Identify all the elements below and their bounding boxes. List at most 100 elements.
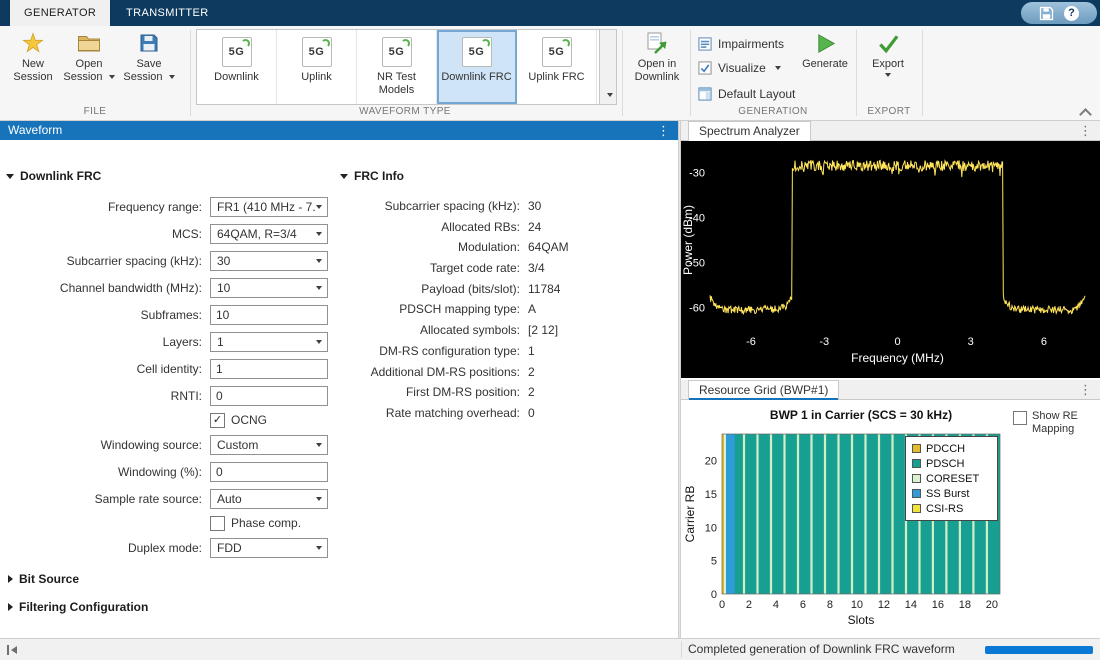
save-session-button[interactable]: SaveSession: [122, 30, 176, 84]
windowing-source-select[interactable]: Custom: [210, 435, 328, 455]
subframes-row: Subframes:: [6, 304, 338, 325]
windowing-percent-input[interactable]: [210, 462, 328, 482]
section-divider: [856, 30, 857, 116]
waveform-panel: Waveform ⋮ Downlink FRC Frequency range:…: [0, 121, 678, 638]
visualize-icon: [698, 61, 712, 75]
channel-bandwidth-select[interactable]: 10: [210, 278, 328, 298]
svg-text:6: 6: [1041, 336, 1047, 348]
svg-text:20: 20: [705, 456, 717, 468]
frc-info-row: Modulation:64QAM: [340, 239, 675, 255]
subcarrier-spacing-label: Subcarrier spacing (kHz):: [6, 254, 210, 268]
legend-swatch: [912, 489, 921, 498]
csi-rs-stripe: [878, 434, 880, 594]
waveform-type-nr-test-models[interactable]: 5GNR Test Models: [357, 30, 437, 104]
open-session-button[interactable]: OpenSession: [62, 30, 116, 84]
frc-info-row: Rate matching overhead:0: [340, 405, 675, 421]
svg-text:3: 3: [968, 336, 974, 348]
tab-transmitter[interactable]: TRANSMITTER: [112, 0, 223, 26]
frequency-range-select[interactable]: FR1 (410 MHz - 7...: [210, 197, 328, 217]
svg-text:Power (dBm): Power (dBm): [681, 205, 695, 275]
downlink-frc-section-header[interactable]: Downlink FRC: [6, 169, 338, 184]
subcarrier-spacing-select[interactable]: 30: [210, 251, 328, 271]
svg-text:10: 10: [705, 522, 717, 534]
sample-rate-source-label: Sample rate source:: [6, 492, 210, 506]
cell-identity-input[interactable]: [210, 359, 328, 379]
legend-item-coreset: CORESET: [912, 471, 991, 486]
waveform-type-downlink[interactable]: 5GDownlink: [197, 30, 277, 104]
svg-text:5: 5: [711, 556, 717, 568]
open-in-downlink-icon: [644, 30, 670, 56]
layers-select[interactable]: 1: [210, 332, 328, 352]
new-session-button[interactable]: NewSession: [6, 30, 60, 84]
channel-bandwidth-row: Channel bandwidth (MHz):10: [6, 277, 338, 298]
svg-text:-6: -6: [746, 336, 756, 348]
chevron-down-icon: [316, 340, 322, 344]
csi-rs-stripe: [743, 434, 745, 594]
channel-bandwidth-label: Channel bandwidth (MHz):: [6, 281, 210, 295]
show-re-mapping-checkbox[interactable]: [1013, 411, 1027, 425]
collapse-toolstrip-icon[interactable]: [1079, 108, 1092, 121]
waveform-type-downlink-frc[interactable]: 5GDownlink FRC: [437, 30, 517, 104]
chevron-down-icon: [316, 205, 322, 209]
spectrum-tab-bar: Spectrum Analyzer ⋮: [681, 121, 1100, 141]
ocng-checkbox[interactable]: ✓: [210, 413, 225, 428]
svg-text:4: 4: [773, 599, 779, 611]
play-icon: [814, 30, 837, 56]
filtering-configuration-section-header[interactable]: Filtering Configuration: [8, 600, 338, 614]
frc-info-section-header[interactable]: FRC Info: [340, 169, 675, 184]
coreset-region: [724, 434, 726, 594]
svg-text:20: 20: [986, 599, 998, 611]
resource-grid-title: BWP 1 in Carrier (SCS = 30 kHz): [681, 408, 1041, 422]
bit-source-section-header[interactable]: Bit Source: [8, 572, 338, 586]
new-session-icon: [22, 30, 44, 56]
help-icon[interactable]: ?: [1064, 6, 1079, 21]
collapse-panel-icon[interactable]: [7, 645, 17, 655]
status-message: Completed generation of Downlink FRC wav…: [688, 639, 955, 660]
rnti-input[interactable]: [210, 386, 328, 406]
mcs-select[interactable]: 64QAM, R=3/4: [210, 224, 328, 244]
svg-text:2: 2: [746, 599, 752, 611]
impairments-icon: [698, 37, 712, 51]
expand-triangle-icon: [8, 603, 13, 611]
waveform-type-uplink-frc[interactable]: 5GUplink FRC: [517, 30, 597, 104]
impairments-button[interactable]: Impairments: [698, 36, 784, 52]
svg-text:12: 12: [878, 599, 890, 611]
frc-info-row: Target code rate:3/4: [340, 260, 675, 276]
tab-resource-grid[interactable]: Resource Grid (BWP#1): [688, 380, 839, 400]
panel-menu-icon[interactable]: ⋮: [657, 121, 670, 140]
csi-rs-stripe: [837, 434, 839, 594]
section-divider: [922, 30, 923, 116]
sample-rate-source-select[interactable]: Auto: [210, 489, 328, 509]
panel-menu-icon[interactable]: ⋮: [1079, 121, 1092, 141]
gallery-expand-icon: [607, 93, 613, 97]
resource-grid-plot: BWP 1 in Carrier (SCS = 30 kHz) Show REM…: [681, 400, 1100, 638]
legend-swatch: [912, 504, 921, 513]
legend-swatch: [912, 444, 921, 453]
panel-menu-icon[interactable]: ⋮: [1079, 380, 1092, 400]
save-icon[interactable]: [1039, 6, 1054, 21]
tab-spectrum-analyzer[interactable]: Spectrum Analyzer: [688, 121, 811, 141]
default-layout-button[interactable]: Default Layout: [698, 86, 795, 102]
frequency-range-row: Frequency range:FR1 (410 MHz - 7...: [6, 196, 338, 217]
duplex-mode-select[interactable]: FDD: [210, 538, 328, 558]
csi-rs-stripe: [756, 434, 758, 594]
legend-item-pdcch: PDCCH: [912, 441, 991, 456]
waveform-type-uplink[interactable]: 5GUplink: [277, 30, 357, 104]
phase-comp-checkbox[interactable]: [210, 516, 225, 531]
csi-rs-stripe: [783, 434, 785, 594]
gallery-expand-strip[interactable]: [600, 29, 617, 105]
export-button[interactable]: Export: [860, 30, 916, 77]
subframes-input[interactable]: [210, 305, 328, 325]
waveform-panel-title: Waveform: [8, 123, 62, 137]
svg-text:15: 15: [705, 489, 717, 501]
tab-generator[interactable]: GENERATOR: [10, 0, 110, 26]
open-in-downlink-button[interactable]: Open inDownlink: [626, 30, 688, 84]
generate-button[interactable]: Generate: [798, 30, 852, 71]
csi-rs-stripe: [864, 434, 866, 594]
spectrum-chart: -60-50-40-30-6-3036Frequency (MHz)Power …: [681, 141, 1100, 378]
frc-info-panel: FRC Info Subcarrier spacing (kHz):30Allo…: [340, 169, 675, 426]
waveform-panel-header: Waveform ⋮: [0, 121, 678, 140]
visualize-button[interactable]: Visualize: [698, 60, 781, 76]
svg-text:10: 10: [851, 599, 863, 611]
csi-rs-stripe: [770, 434, 772, 594]
